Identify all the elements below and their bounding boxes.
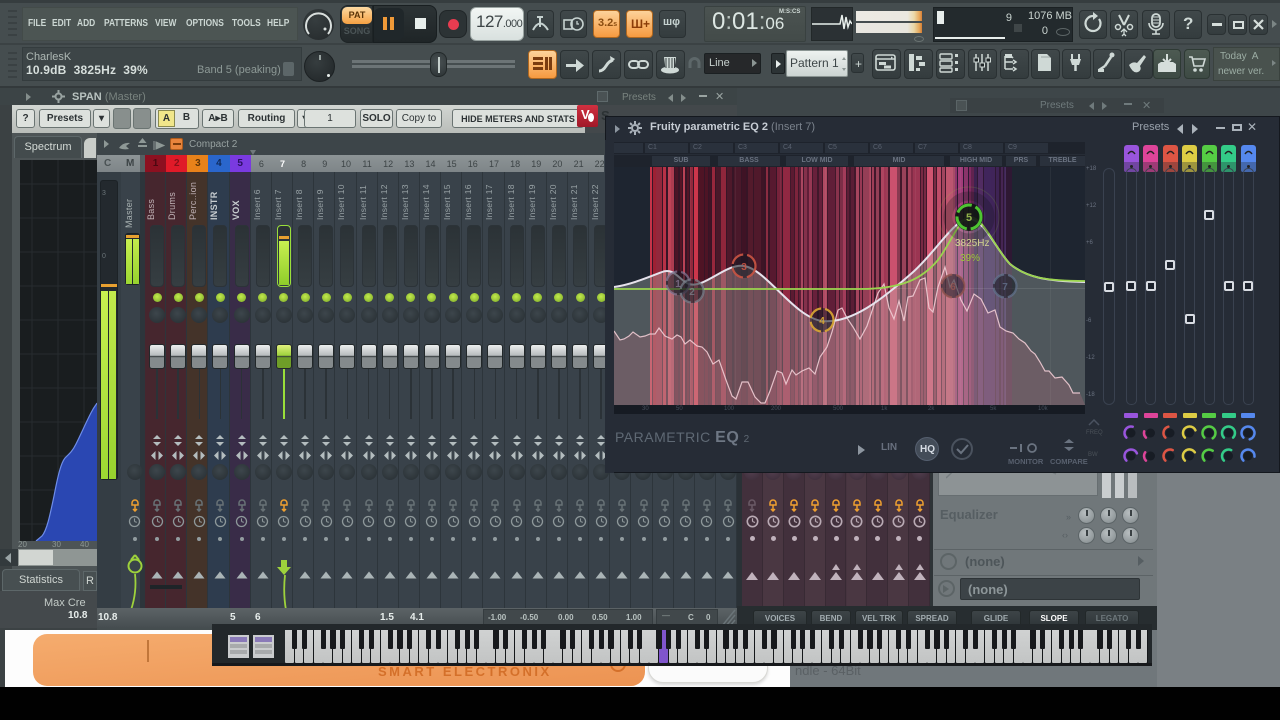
svg-text:2: 2 bbox=[689, 287, 695, 298]
svg-text:3825Hz: 3825Hz bbox=[955, 238, 989, 249]
svg-text:7: 7 bbox=[1002, 282, 1008, 293]
svg-text:3: 3 bbox=[741, 262, 747, 273]
svg-text:6: 6 bbox=[950, 282, 956, 293]
svg-text:5: 5 bbox=[966, 212, 972, 224]
svg-text:39%: 39% bbox=[960, 253, 980, 264]
svg-text:4: 4 bbox=[819, 316, 825, 327]
